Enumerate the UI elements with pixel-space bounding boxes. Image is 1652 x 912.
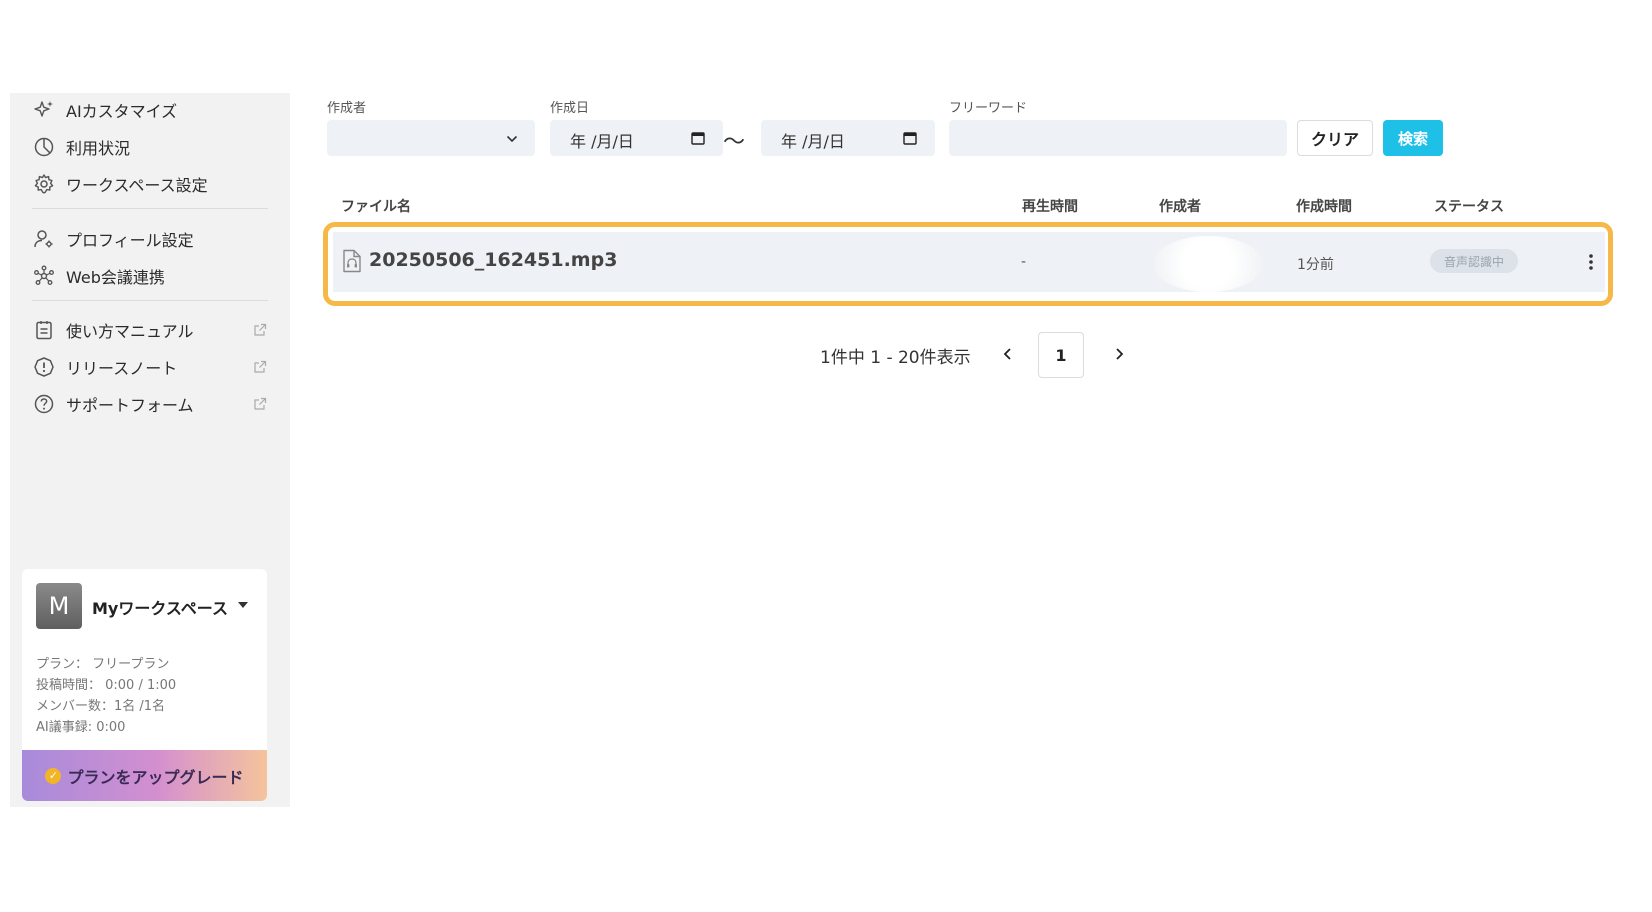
external-link-icon (252, 359, 268, 375)
date-filter-label: 作成日 (550, 101, 590, 116)
sidebar-item-label: 利用状況 (66, 139, 131, 158)
sidebar-item-label: 使い方マニュアル (66, 322, 194, 341)
sidebar-item-label: プロフィール設定 (66, 231, 194, 250)
network-icon (32, 264, 56, 288)
date-range-separator: 〜 (723, 130, 746, 155)
row-highlight-outline (323, 222, 1613, 306)
sidebar: AIカスタマイズ 利用状況 ワークスペース設定 プロフィール設定 Web会議連携… (10, 93, 290, 807)
external-link-icon (252, 322, 268, 338)
date-to-input[interactable]: 年 /月/日 (761, 120, 935, 156)
sidebar-item-manual[interactable]: 使い方マニュアル (32, 315, 268, 345)
help-icon (32, 392, 56, 416)
clear-button[interactable]: クリア (1297, 120, 1373, 156)
date-from-value: 年 /月/日 (570, 132, 634, 151)
sidebar-item-release-notes[interactable]: リリースノート (32, 352, 268, 382)
external-link-icon (252, 396, 268, 412)
member-count-info: メンバー数：1名 /1名 (36, 699, 166, 714)
usage-chart-icon (32, 135, 56, 159)
date-to-value: 年 /月/日 (781, 132, 845, 151)
sidebar-item-label: Web会議連携 (66, 268, 165, 287)
sidebar-item-label: リリースノート (66, 359, 178, 378)
author-filter-label: 作成者 (327, 101, 367, 116)
plan-info: プラン： フリープラン (36, 657, 170, 672)
workspace-switcher[interactable]: Myワークスペース (92, 595, 228, 619)
user-settings-icon (32, 227, 56, 251)
ai-minutes-info: AI議事録: 0:00 (36, 720, 126, 735)
sidebar-item-profile-settings[interactable]: プロフィール設定 (32, 224, 268, 254)
sidebar-item-workspace-settings[interactable]: ワークスペース設定 (32, 169, 268, 199)
check-badge-icon: ✓ (45, 767, 62, 784)
post-time-info: 投稿時間： 0:00 / 1:00 (36, 678, 177, 693)
chevron-left-icon[interactable] (996, 340, 1020, 368)
column-header-status[interactable]: ステータス (1434, 196, 1504, 216)
search-button[interactable]: 検索 (1383, 120, 1443, 156)
column-header-author[interactable]: 作成者 (1159, 196, 1201, 216)
sidebar-item-label: AIカスタマイズ (66, 102, 178, 121)
sidebar-divider (32, 300, 268, 301)
calendar-icon[interactable] (691, 130, 705, 145)
column-header-duration[interactable]: 再生時間 (1022, 196, 1078, 216)
sidebar-item-ai-customize[interactable]: AIカスタマイズ (32, 95, 268, 125)
sidebar-item-label: サポートフォーム (66, 396, 194, 415)
alert-icon (32, 355, 56, 379)
chevron-right-icon[interactable] (1107, 340, 1131, 368)
chevron-down-icon (505, 131, 519, 150)
freeword-filter-label: フリーワード (949, 101, 1028, 116)
column-header-created[interactable]: 作成時間 (1296, 196, 1352, 216)
sidebar-item-web-meeting[interactable]: Web会議連携 (32, 261, 268, 291)
manual-icon (32, 318, 56, 342)
column-header-file-name[interactable]: ファイル名 (341, 196, 411, 216)
upgrade-plan-label: プランをアップグレード (67, 767, 244, 787)
freeword-input[interactable] (949, 120, 1287, 156)
upgrade-plan-button[interactable]: ✓ プランをアップグレード (22, 750, 267, 801)
calendar-icon[interactable] (903, 130, 917, 145)
workspace-card: M Myワークスペース プラン： フリープラン 投稿時間： 0:00 / 1:0… (22, 569, 267, 801)
pagination-summary: 1件中 1 - 20件表示 (820, 348, 971, 368)
sidebar-item-label: ワークスペース設定 (66, 176, 208, 195)
author-select[interactable] (327, 120, 535, 156)
page-number-button[interactable]: 1 (1038, 332, 1084, 378)
workspace-avatar: M (36, 583, 82, 629)
sidebar-item-support-form[interactable]: サポートフォーム (32, 389, 268, 419)
date-from-input[interactable]: 年 /月/日 (550, 120, 723, 156)
gear-icon (32, 172, 56, 196)
sidebar-divider (32, 208, 268, 209)
caret-down-icon[interactable] (238, 602, 248, 608)
sparkle-icon (32, 98, 56, 122)
sidebar-item-usage[interactable]: 利用状況 (32, 132, 268, 162)
